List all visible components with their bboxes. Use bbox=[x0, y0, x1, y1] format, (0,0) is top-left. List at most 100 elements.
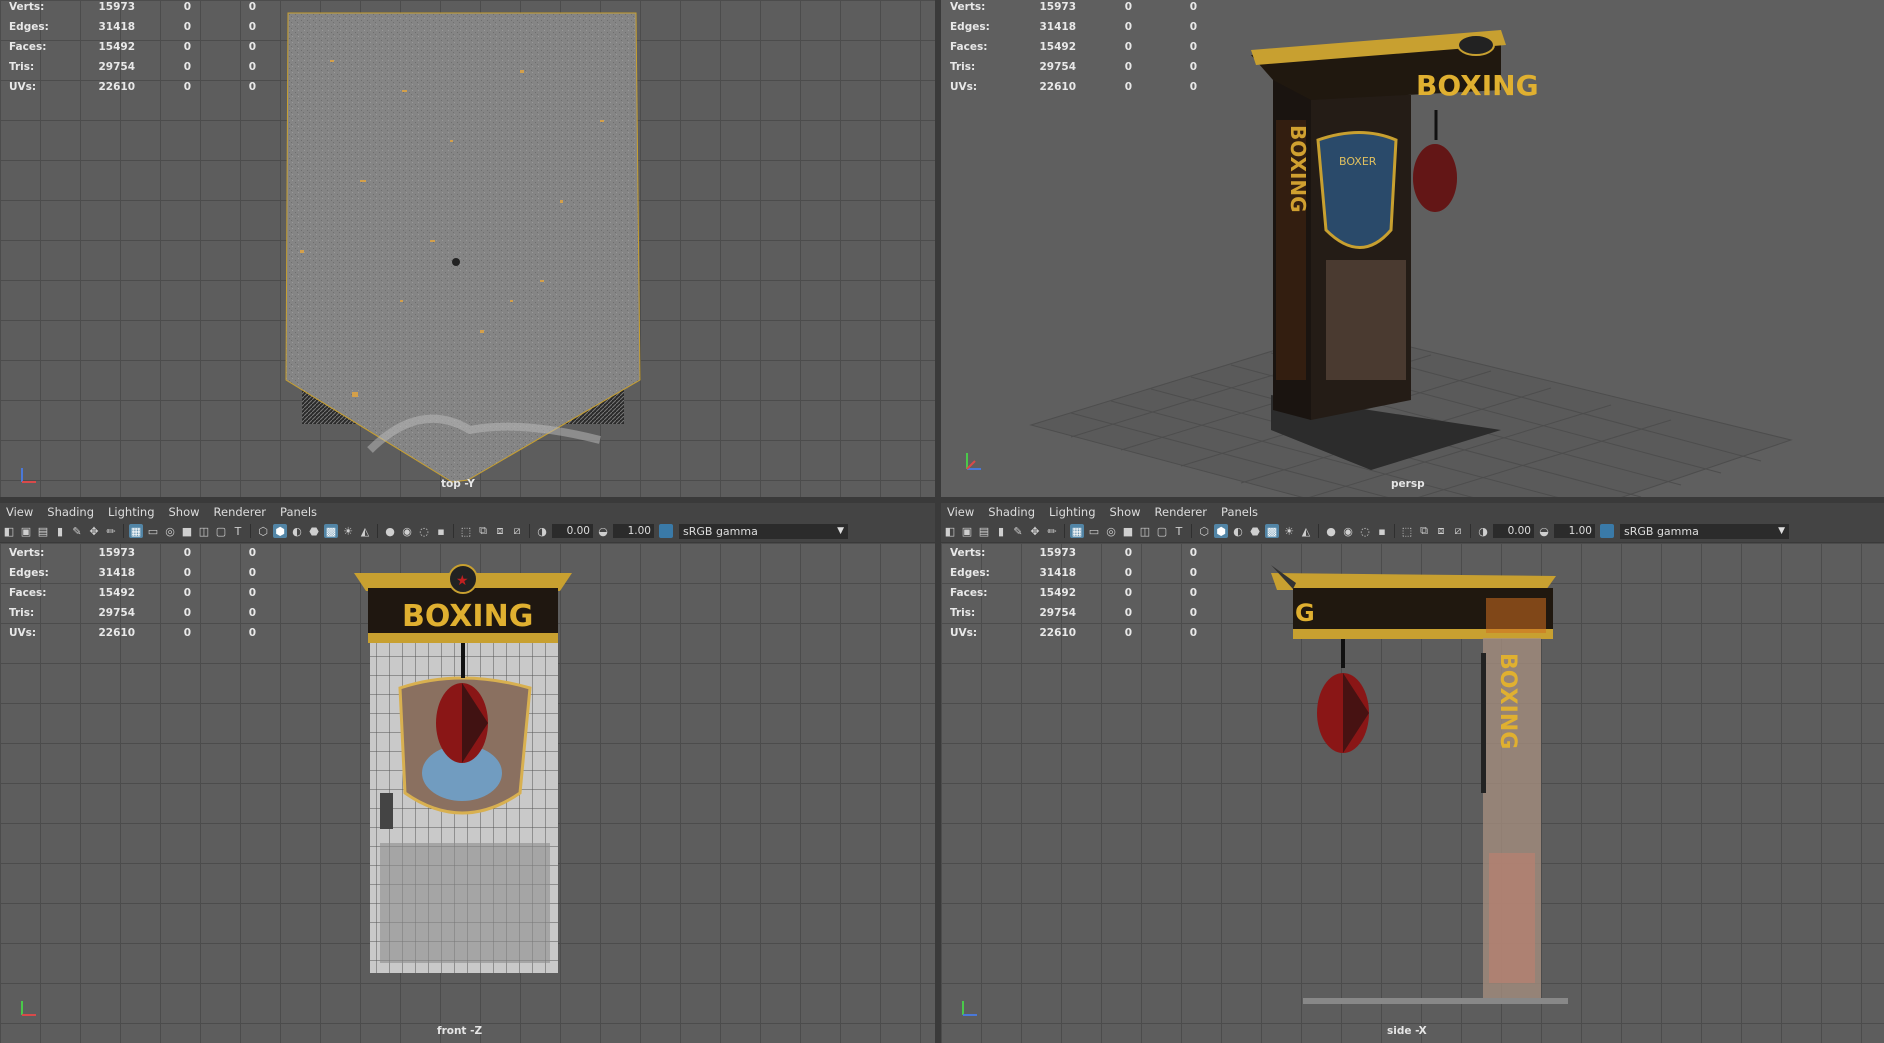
chevron-down-icon: ▼ bbox=[1778, 525, 1785, 536]
pencil-icon[interactable]: ✏ bbox=[1045, 524, 1059, 538]
top-view-model[interactable] bbox=[0, 0, 935, 497]
2d-pan-zoom-icon[interactable]: ✥ bbox=[1028, 524, 1042, 538]
camera-label: persp bbox=[1391, 478, 1425, 490]
gate-mask-icon[interactable]: ■ bbox=[180, 524, 194, 538]
camera-icon[interactable]: ◧ bbox=[2, 524, 16, 538]
camera-attributes-icon[interactable]: ▣ bbox=[19, 524, 33, 538]
default-material-icon[interactable]: ◐ bbox=[290, 524, 304, 538]
grease-pencil-icon[interactable]: ✎ bbox=[70, 524, 84, 538]
camera-icon[interactable]: ◧ bbox=[943, 524, 957, 538]
safe-title-icon[interactable]: T bbox=[231, 524, 245, 538]
xray-icon[interactable]: ⧉ bbox=[1417, 524, 1431, 538]
side-view-model[interactable]: G BOXING bbox=[941, 543, 1884, 1043]
gamma-field[interactable]: 1.00 bbox=[613, 524, 654, 538]
textured-icon[interactable]: ▩ bbox=[324, 524, 338, 538]
safe-action-icon[interactable]: ▢ bbox=[214, 524, 228, 538]
exposure-icon[interactable]: ◑ bbox=[1476, 524, 1490, 538]
grease-pencil-icon[interactable]: ✎ bbox=[1011, 524, 1025, 538]
menu-view[interactable]: View bbox=[0, 505, 41, 519]
isolate-select-icon[interactable]: ⬚ bbox=[1400, 524, 1414, 538]
wireframe-icon[interactable]: ⬡ bbox=[256, 524, 270, 538]
shadows-icon[interactable]: ◭ bbox=[1299, 524, 1313, 538]
image-plane-icon[interactable]: ▮ bbox=[994, 524, 1008, 538]
exposure-field[interactable]: 0.00 bbox=[1493, 524, 1534, 538]
field-chart-icon[interactable]: ◫ bbox=[197, 524, 211, 538]
field-chart-icon[interactable]: ◫ bbox=[1138, 524, 1152, 538]
exposure-icon[interactable]: ◑ bbox=[535, 524, 549, 538]
persp-view-model[interactable]: BOXING BOXER BOXING bbox=[941, 0, 1884, 497]
color-management-icon[interactable] bbox=[1600, 524, 1614, 538]
safe-action-icon[interactable]: ▢ bbox=[1155, 524, 1169, 538]
use-all-lights-icon[interactable]: ☀ bbox=[341, 524, 355, 538]
motion-blur-icon[interactable]: ◉ bbox=[400, 524, 414, 538]
bookmark-icon[interactable]: ▤ bbox=[977, 524, 991, 538]
axis-gizmo-icon bbox=[962, 1001, 977, 1016]
menu-lighting[interactable]: Lighting bbox=[1043, 505, 1103, 519]
menu-view[interactable]: View bbox=[941, 505, 982, 519]
anti-aliasing-icon[interactable]: ◌ bbox=[1358, 524, 1372, 538]
menu-panels[interactable]: Panels bbox=[274, 505, 325, 519]
xray-active-icon[interactable]: ⧈ bbox=[493, 524, 507, 538]
viewport-persp[interactable]: Verts: 15973 0 0 Edges: 31418 0 0 Faces: 15492 0… bbox=[941, 0, 1884, 497]
use-all-lights-icon[interactable]: ☀ bbox=[1282, 524, 1296, 538]
smooth-shade-icon[interactable]: ⬢ bbox=[273, 524, 287, 538]
default-material-icon[interactable]: ◐ bbox=[1231, 524, 1245, 538]
grid-toggle-icon[interactable]: ▦ bbox=[129, 524, 143, 538]
xray-icon[interactable]: ⧉ bbox=[476, 524, 490, 538]
wireframe-on-shaded-icon[interactable]: ⬣ bbox=[1248, 524, 1262, 538]
resolution-gate-icon[interactable]: ◎ bbox=[163, 524, 177, 538]
film-gate-icon[interactable]: ▭ bbox=[146, 524, 160, 538]
smooth-shade-icon[interactable]: ⬢ bbox=[1214, 524, 1228, 538]
screen-space-ao-icon[interactable]: ● bbox=[383, 524, 397, 538]
xray-joints-icon[interactable]: ⧄ bbox=[510, 524, 524, 538]
color-space-value: sRGB gamma bbox=[1624, 524, 1699, 538]
shadows-icon[interactable]: ◭ bbox=[358, 524, 372, 538]
viewport-top[interactable]: Verts: 15973 0 0 Edges: 31418 0 0 Faces: 15492 0… bbox=[0, 0, 935, 497]
resolution-gate-icon[interactable]: ◎ bbox=[1104, 524, 1118, 538]
gamma-field[interactable]: 1.00 bbox=[1554, 524, 1595, 538]
pencil-icon[interactable]: ✏ bbox=[104, 524, 118, 538]
xray-joints-icon[interactable]: ⧄ bbox=[1451, 524, 1465, 538]
front-view-model[interactable]: ★ BOXING bbox=[0, 543, 935, 1043]
2d-pan-zoom-icon[interactable]: ✥ bbox=[87, 524, 101, 538]
screen-space-ao-icon[interactable]: ● bbox=[1324, 524, 1338, 538]
axis-gizmo-icon bbox=[21, 1001, 36, 1016]
camera-attributes-icon[interactable]: ▣ bbox=[960, 524, 974, 538]
gate-mask-icon[interactable]: ■ bbox=[1121, 524, 1135, 538]
menu-show[interactable]: Show bbox=[1104, 505, 1149, 519]
axis-gizmo-icon bbox=[21, 468, 36, 483]
film-gate-icon[interactable]: ▭ bbox=[1087, 524, 1101, 538]
menu-show[interactable]: Show bbox=[163, 505, 208, 519]
wireframe-on-shaded-icon[interactable]: ⬣ bbox=[307, 524, 321, 538]
color-space-dropdown[interactable]: sRGB gamma ▼ bbox=[679, 523, 848, 539]
menu-panels[interactable]: Panels bbox=[1215, 505, 1266, 519]
depth-of-field-icon[interactable]: ▪ bbox=[1375, 524, 1389, 538]
viewport-side[interactable]: View Shading Lighting Show Renderer Pane… bbox=[941, 503, 1884, 1043]
xray-active-icon[interactable]: ⧈ bbox=[1434, 524, 1448, 538]
gamma-icon[interactable]: ◒ bbox=[596, 524, 610, 538]
gamma-icon[interactable]: ◒ bbox=[1537, 524, 1551, 538]
bookmark-icon[interactable]: ▤ bbox=[36, 524, 50, 538]
safe-title-icon[interactable]: T bbox=[1172, 524, 1186, 538]
motion-blur-icon[interactable]: ◉ bbox=[1341, 524, 1355, 538]
color-management-icon[interactable] bbox=[659, 524, 673, 538]
menu-shading[interactable]: Shading bbox=[982, 505, 1043, 519]
isolate-select-icon[interactable]: ⬚ bbox=[459, 524, 473, 538]
viewport-divider-horizontal[interactable] bbox=[0, 497, 1884, 503]
textured-icon[interactable]: ▩ bbox=[1265, 524, 1279, 538]
menu-renderer[interactable]: Renderer bbox=[208, 505, 275, 519]
menu-renderer[interactable]: Renderer bbox=[1149, 505, 1216, 519]
exposure-field[interactable]: 0.00 bbox=[552, 524, 593, 538]
side-vertical-sign: BOXING bbox=[1495, 653, 1520, 749]
wireframe-icon[interactable]: ⬡ bbox=[1197, 524, 1211, 538]
viewport-divider-vertical[interactable] bbox=[935, 0, 941, 1043]
grid-toggle-icon[interactable]: ▦ bbox=[1070, 524, 1084, 538]
menu-shading[interactable]: Shading bbox=[41, 505, 102, 519]
menu-lighting[interactable]: Lighting bbox=[102, 505, 162, 519]
depth-of-field-icon[interactable]: ▪ bbox=[434, 524, 448, 538]
side-sign-partial: G bbox=[1295, 599, 1315, 627]
anti-aliasing-icon[interactable]: ◌ bbox=[417, 524, 431, 538]
viewport-front[interactable]: View Shading Lighting Show Renderer Pane… bbox=[0, 503, 935, 1043]
image-plane-icon[interactable]: ▮ bbox=[53, 524, 67, 538]
color-space-dropdown[interactable]: sRGB gamma ▼ bbox=[1620, 523, 1789, 539]
